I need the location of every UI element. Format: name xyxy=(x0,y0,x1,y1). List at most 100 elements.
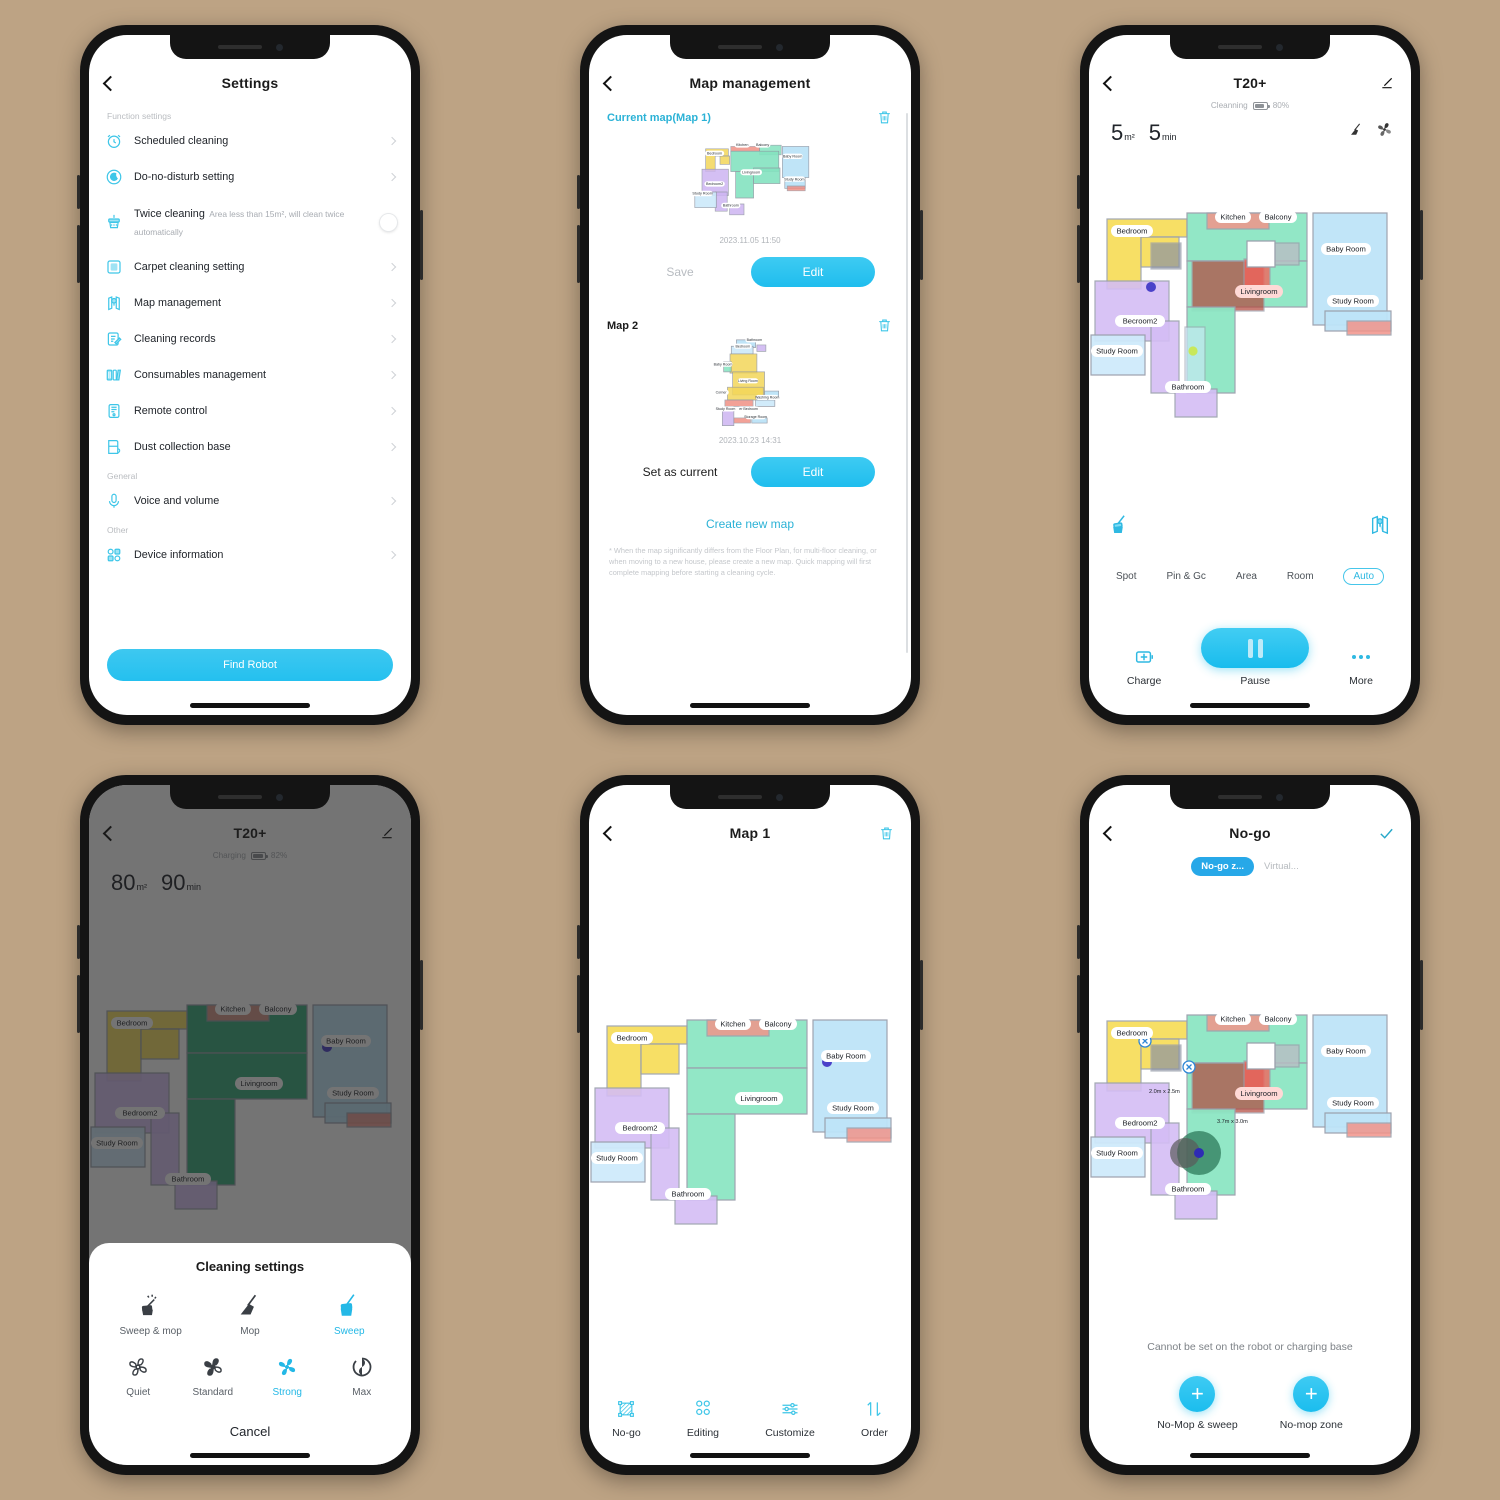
tab-virtual-wall[interactable]: Virtual... xyxy=(1254,857,1309,876)
mode-label: Sweep & mop xyxy=(119,1326,182,1337)
pencil-icon[interactable] xyxy=(1379,75,1395,91)
edit-map-button[interactable]: Edit xyxy=(751,457,875,487)
sidebar-item-carpet-cleaning[interactable]: Carpet cleaning setting xyxy=(89,249,411,285)
map-thumbnail-2[interactable]: Bathroom Bedroom Baby Room Living Room C… xyxy=(589,334,911,434)
mop-icon[interactable] xyxy=(1349,122,1364,137)
dustbase-icon xyxy=(105,438,123,456)
svg-text:Livingroom: Livingroom xyxy=(740,1094,777,1103)
sidebar-item-remote-control[interactable]: Remote control xyxy=(89,393,411,429)
power-button xyxy=(920,960,923,1030)
svg-text:Study Room: Study Room xyxy=(832,1104,874,1113)
svg-text:er Bedroom: er Bedroom xyxy=(739,407,758,411)
phone-frame-map-management: Map management Current map(Map 1) Bedroo… xyxy=(577,25,923,725)
tool-no-go[interactable]: No-go xyxy=(612,1399,641,1439)
svg-text:Kitchen: Kitchen xyxy=(736,143,748,147)
add-no-mop-and-sweep-button[interactable]: + No-Mop & sweep xyxy=(1157,1376,1238,1431)
mode-room[interactable]: Room xyxy=(1287,571,1314,582)
svg-text:Study Room: Study Room xyxy=(1096,1149,1138,1158)
sidebar-item-label: Consumables management xyxy=(134,368,267,381)
action-label: No-Mop & sweep xyxy=(1157,1419,1238,1431)
screen-nogo: No-go No-go z... Virtual... 2.0m x 2.5m … xyxy=(1089,785,1411,1465)
scrollbar[interactable] xyxy=(906,113,908,653)
create-new-map-link[interactable]: Create new map xyxy=(589,517,911,531)
edit-map-button[interactable]: Edit xyxy=(751,257,875,287)
map-actions-2: Set as current Edit xyxy=(589,457,911,487)
svg-text:Bathroom: Bathroom xyxy=(746,338,762,342)
sidebar-item-dust-base[interactable]: Dust collection base xyxy=(89,429,411,465)
nogo-note: Cannot be set on the robot or charging b… xyxy=(1147,1341,1353,1353)
sheet-title: Cleaning settings xyxy=(195,1259,305,1274)
fan-strong-icon xyxy=(275,1355,299,1379)
map-actions-1: Save Edit xyxy=(589,257,911,287)
notch xyxy=(1170,785,1330,809)
device-map[interactable]: Bedroom Kitchen Balcony Baby Room Living… xyxy=(1089,153,1411,483)
save-button[interactable]: Save xyxy=(625,265,735,279)
mode-mop[interactable]: Mop xyxy=(215,1292,285,1337)
tool-editing[interactable]: Editing xyxy=(687,1399,719,1439)
page-title: Map 1 xyxy=(729,825,771,841)
sidebar-item-twice-cleaning[interactable]: Twice cleaning Area less than 15m², will… xyxy=(89,195,411,249)
broom-icon[interactable] xyxy=(1109,513,1131,535)
svg-text:Bedroom: Bedroom xyxy=(735,344,750,348)
suction-max[interactable]: Max xyxy=(327,1355,397,1398)
charge-button[interactable]: Charge xyxy=(1127,646,1161,687)
find-robot-button[interactable]: Find Robot xyxy=(107,649,393,681)
tool-customize[interactable]: Customize xyxy=(765,1399,815,1439)
sidebar-item-map-management[interactable]: Map management xyxy=(89,285,411,321)
tab-no-go-zone[interactable]: No-go z... xyxy=(1191,857,1255,876)
fan-icon[interactable] xyxy=(1376,121,1393,138)
set-as-current-button[interactable]: Set as current xyxy=(625,465,735,479)
check-icon[interactable] xyxy=(1378,825,1395,842)
device-mid-icons xyxy=(1109,513,1391,535)
trash-icon[interactable] xyxy=(876,109,893,126)
device-control-row: Charge Pause More xyxy=(1089,628,1411,687)
suction-strong[interactable]: Strong xyxy=(252,1355,322,1398)
sidebar-item-cleaning-records[interactable]: Cleaning records xyxy=(89,321,411,357)
map2-label: Map 2 xyxy=(607,319,639,332)
mode-sweep[interactable]: Sweep xyxy=(314,1292,384,1337)
sidebar-item-scheduled-cleaning[interactable]: Scheduled cleaning xyxy=(89,123,411,159)
mode-auto-badge[interactable]: Auto xyxy=(1343,568,1385,585)
sidebar-item-device-information[interactable]: Device information xyxy=(89,537,411,573)
sidebar-item-voice-volume[interactable]: Voice and volume xyxy=(89,483,411,519)
cell-settings: Settings Function settings Scheduled cle… xyxy=(0,0,500,750)
mode-pin-go[interactable]: Pin & Gc xyxy=(1166,571,1205,582)
add-no-mop-zone-button[interactable]: + No-mop zone xyxy=(1280,1376,1343,1431)
sidebar-item-consumables[interactable]: Consumables management xyxy=(89,357,411,393)
map-entry-header-2: Map 2 xyxy=(589,313,911,334)
mode-area[interactable]: Area xyxy=(1236,571,1257,582)
nogo-map-canvas[interactable]: 2.0m x 2.5m 3.7m x 3.0m Bedroom Kitchen … xyxy=(1089,990,1411,1320)
suction-standard[interactable]: Standard xyxy=(178,1355,248,1398)
screen-cleaning-settings: T20+ Charging 82% 80 m² 90 xyxy=(89,785,411,1465)
sweep-mop-icon xyxy=(138,1292,164,1318)
suction-quiet[interactable]: Quiet xyxy=(103,1355,173,1398)
clean-mode-row: Sweep & mop Mop Sweep xyxy=(101,1292,399,1337)
trash-icon[interactable] xyxy=(876,317,893,334)
map1-canvas[interactable]: Bedroom Kitchen Balcony Baby Room Living… xyxy=(589,995,911,1325)
sidebar-item-label: Twice cleaning xyxy=(134,208,205,220)
cell-map1: Map 1 Bedroom Kitchen Balcony Baby Room … xyxy=(500,750,1000,1500)
trash-icon[interactable] xyxy=(878,825,895,842)
broom-bin-icon xyxy=(105,213,123,231)
map-layers-icon[interactable] xyxy=(1369,513,1391,535)
twice-cleaning-toggle[interactable] xyxy=(380,213,397,231)
pause-button[interactable]: Pause xyxy=(1201,628,1310,687)
sidebar-item-label: Carpet cleaning setting xyxy=(134,260,245,273)
tool-order[interactable]: Order xyxy=(861,1399,888,1439)
sidebar-item-do-not-disturb[interactable]: Do-no-disturb setting xyxy=(89,159,411,195)
cancel-button[interactable]: Cancel xyxy=(101,1424,399,1439)
map-thumbnail-1[interactable]: Bedroom Kitchen Balcony Baby Room Living… xyxy=(589,126,911,234)
svg-text:Balcony: Balcony xyxy=(756,143,769,147)
chevron-right-icon xyxy=(387,172,397,182)
notch xyxy=(170,785,330,809)
carpet-icon xyxy=(105,258,123,276)
power-button xyxy=(420,210,423,280)
pause-icon[interactable] xyxy=(1201,628,1310,668)
mode-sweep-and-mop[interactable]: Sweep & mop xyxy=(116,1292,186,1337)
current-map-label: Current map(Map 1) xyxy=(607,111,711,124)
svg-text:Balcony: Balcony xyxy=(1264,1015,1291,1024)
earpiece-speaker xyxy=(1217,795,1262,799)
more-button[interactable]: More xyxy=(1349,646,1373,687)
map-date-1: 2023.11.05 11:50 xyxy=(719,236,781,245)
mode-spot[interactable]: Spot xyxy=(1116,571,1137,582)
